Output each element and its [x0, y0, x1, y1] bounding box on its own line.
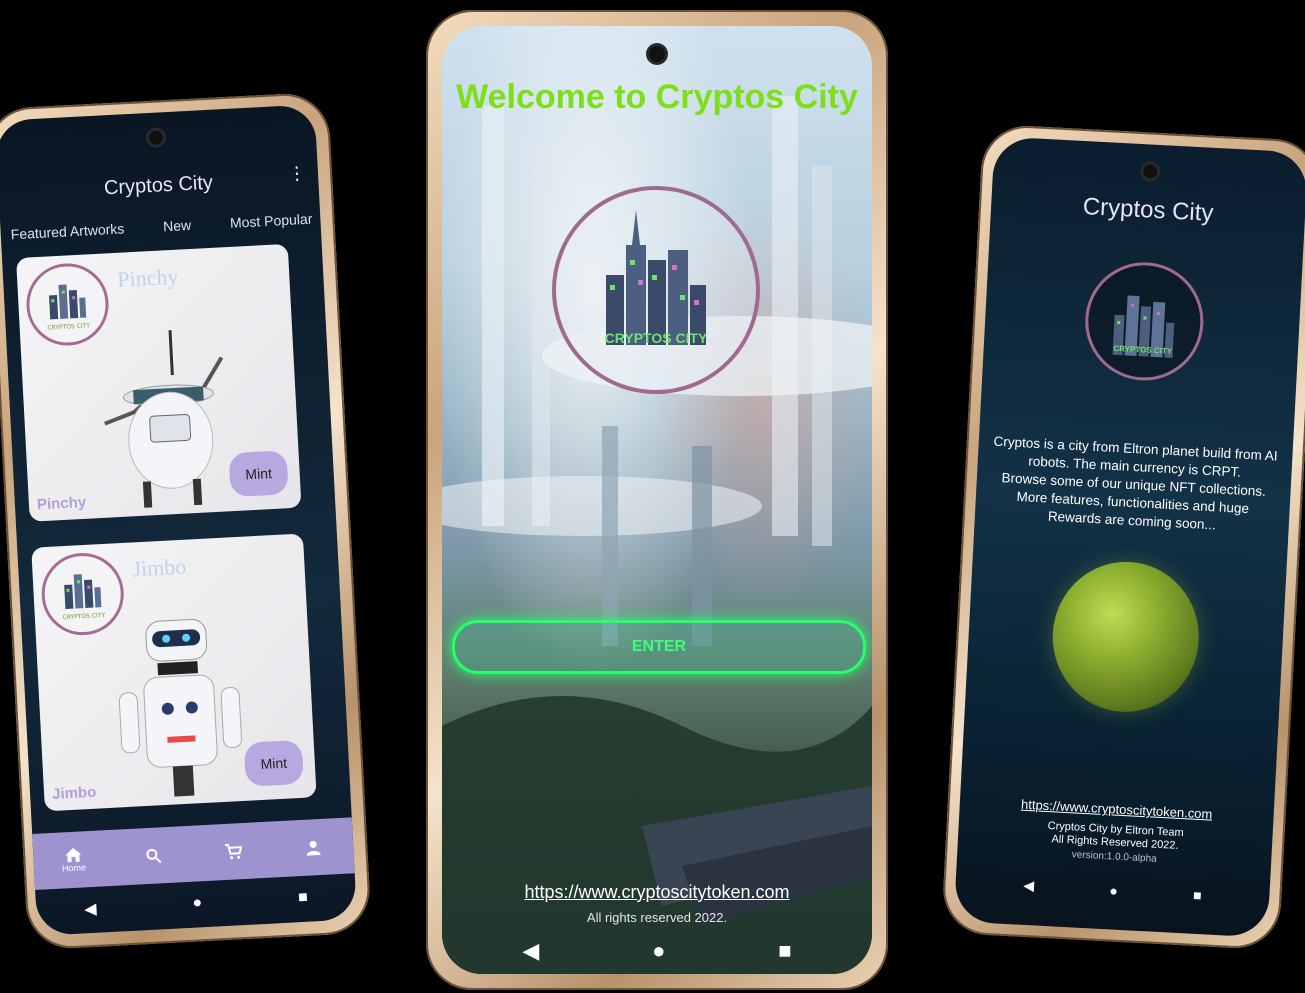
- cryptos-city-logo: CRYPTOS CITY: [1082, 259, 1207, 384]
- card-title: Jimbo: [131, 553, 187, 582]
- more-vert-icon[interactable]: ⋮: [287, 163, 306, 185]
- cryptos-city-logo: CRYPTOS CITY: [552, 186, 760, 394]
- nav-home-label: Home: [61, 862, 87, 874]
- welcome-title: Welcome to Cryptos City: [456, 78, 858, 116]
- back-icon[interactable]: ◀: [522, 938, 539, 964]
- mint-button[interactable]: Mint: [228, 450, 289, 498]
- mint-button[interactable]: Mint: [243, 739, 304, 787]
- back-icon[interactable]: ◀: [1023, 877, 1035, 895]
- bottom-navigation: Home: [32, 817, 355, 890]
- app-description: Cryptos is a city from Eltron planet bui…: [981, 432, 1287, 538]
- card-caption: Pinchy: [36, 493, 87, 514]
- city-logo-icon: [606, 210, 706, 345]
- right-phone-screen: Cryptos City CRYPTOS CITY Cryptos is a c…: [953, 136, 1305, 938]
- left-phone-screen: Cryptos City ⋮ Featured Artworks New Mos…: [0, 104, 358, 936]
- tab-new[interactable]: New: [163, 217, 192, 234]
- center-phone-screen: Welcome to Cryptos City CRYPTOS CITY ENT…: [442, 26, 872, 974]
- center-phone: Welcome to Cryptos City CRYPTOS CITY ENT…: [426, 10, 888, 990]
- system-navigation-bar: ◀ ● ■: [466, 938, 848, 964]
- app-title: Cryptos City: [103, 171, 214, 200]
- tab-bar: Featured Artworks New Most Popular: [10, 211, 312, 243]
- nft-card-pinchy[interactable]: CRYPTOS CITY Pinchy Pinchy Mint: [16, 243, 302, 522]
- nav-home[interactable]: Home: [43, 845, 104, 874]
- home-circle-icon[interactable]: ●: [1109, 882, 1118, 898]
- recents-square-icon[interactable]: ■: [1193, 886, 1202, 902]
- person-icon: [306, 840, 321, 856]
- system-navigation-bar: ◀ ● ■: [36, 885, 357, 922]
- app-title: Cryptos City: [1082, 193, 1215, 227]
- enter-button[interactable]: ENTER: [452, 620, 866, 674]
- recents-square-icon[interactable]: ■: [298, 889, 309, 907]
- recents-square-icon[interactable]: ■: [778, 938, 791, 964]
- home-circle-icon[interactable]: ●: [192, 894, 203, 912]
- system-navigation-bar: ◀ ● ■: [985, 875, 1240, 905]
- nav-profile[interactable]: [283, 838, 344, 857]
- front-camera: [1142, 164, 1158, 179]
- tab-featured-artworks[interactable]: Featured Artworks: [10, 220, 124, 242]
- left-phone: Cryptos City ⋮ Featured Artworks New Mos…: [0, 91, 372, 951]
- planet-image: [1048, 558, 1203, 716]
- search-icon: [146, 848, 162, 864]
- cart-icon: [224, 843, 243, 860]
- logo-text: CRYPTOS CITY: [604, 330, 708, 346]
- card-caption: Jimbo: [51, 783, 97, 803]
- card-title: Pinchy: [116, 263, 179, 292]
- nav-search[interactable]: [123, 846, 184, 865]
- copyright-text: All rights reserved 2022.: [586, 910, 728, 925]
- futuristic-city-background: [442, 96, 872, 974]
- right-phone: Cryptos City CRYPTOS CITY Cryptos is a c…: [941, 123, 1305, 951]
- front-camera: [148, 130, 164, 145]
- front-camera: [649, 46, 665, 62]
- website-link[interactable]: https://www.cryptoscitytoken.com: [442, 882, 872, 903]
- home-icon: [65, 847, 82, 863]
- nft-card-jimbo[interactable]: CRYPTOS CITY Jimbo Jimbo Mint: [31, 533, 317, 812]
- nav-cart[interactable]: [203, 842, 264, 861]
- tab-most-popular[interactable]: Most Popular: [230, 211, 313, 231]
- back-icon[interactable]: ◀: [84, 899, 97, 920]
- home-circle-icon[interactable]: ●: [652, 938, 665, 964]
